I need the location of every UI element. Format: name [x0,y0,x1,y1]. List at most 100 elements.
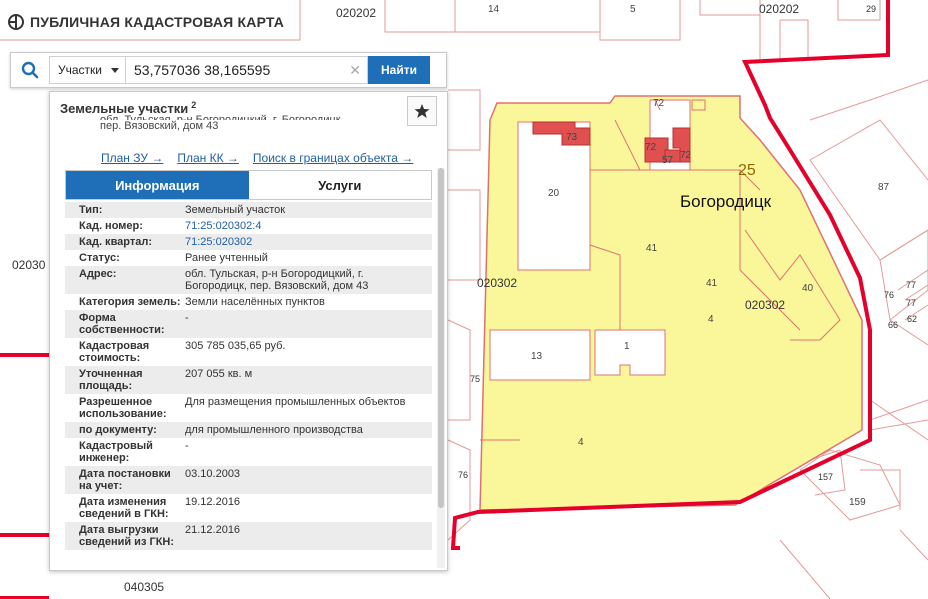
field-value: 21.12.2016 [185,524,241,536]
table-row: Уточненная площадь: 207 055 кв. м [65,366,432,394]
field-value: 305 785 035,65 руб. [185,340,286,352]
map-label-parcel: 4 [578,437,584,448]
table-row: Адрес: обл. Тульская, р-н Богородицкий, г… [65,266,432,294]
map-label-parcel: 5 [630,4,636,15]
search-bar: Участки 53,757036 38,165595 ✕ Найти [10,52,447,88]
plan-kk-link[interactable]: План КК → [177,151,239,165]
table-row: Статус: Ранее учтенный [65,250,432,266]
field-label: Разрешенное использование: [79,396,167,420]
map-label-parcel: 13 [531,351,543,362]
info-table: Тип: Земельный участок Кад. номер: 71:25:02… [65,202,432,550]
map-label-parcel: 77 [906,298,917,308]
panel-scrollbar[interactable] [437,168,445,568]
search-input[interactable]: 53,757036 38,165595 ✕ [126,56,368,84]
clear-icon[interactable]: ✕ [349,62,361,79]
scrollbar-thumb[interactable] [438,168,444,508]
map-label-quarter: 040305 [124,580,165,594]
field-value: 207 055 кв. м [185,368,253,380]
field-label: Кад. квартал: [79,236,153,248]
field-value: 03.10.2003 [185,468,241,480]
info-panel: Земельные участки 2 обл. Тульская, р-н Бо… [49,91,448,571]
app-header: ПУБЛИЧНАЯ КАДАСТРОВАЯ КАРТА [8,14,284,30]
table-row: Форма собственности: - [65,310,432,338]
field-label: Кадастровая стоимость: [79,340,150,364]
map-label-quarter: 020302 [745,298,786,312]
chevron-down-icon [111,67,119,73]
result-address: обл. Тульская, р-н Богородицкий, г. Бого… [100,114,344,132]
find-button[interactable]: Найти [368,56,430,84]
map-label-parcel: 20 [548,188,560,199]
field-label: Статус: [79,252,120,264]
map-label-parcel: 72 [653,98,665,109]
map-label-parcel: 157 [818,472,834,482]
map-label-parcel: 73 [566,132,578,143]
logo-icon [8,14,24,30]
map-label-parcel: 62 [907,314,918,324]
map-label-parcel: 57 [662,155,674,166]
tab-info[interactable]: Информация [66,171,249,199]
result-count: 2 [191,100,197,110]
map-label-parcel: 14 [488,4,500,15]
field-value: обл. Тульская, р-н Богородицкий, г. Бого… [185,268,369,292]
map-label-parcel: 77 [906,280,917,290]
panel-tabs: Информация Услуги [65,170,432,200]
star-icon [414,104,430,118]
result-links: План ЗУ → План КК → Поиск в границах объ… [101,151,413,165]
table-row: Кадастровая стоимость: 305 785 035,65 руб… [65,338,432,366]
map-label-parcel: 66 [888,320,899,330]
field-value: Земельный участок [185,204,286,216]
app-title: ПУБЛИЧНАЯ КАДАСТРОВАЯ КАРТА [30,14,285,30]
map-label-parcel: 25 [738,162,756,179]
field-label: Дата изменения сведений в ГКН: [79,496,169,520]
table-row: Категория земель: Земли населённых пункто… [65,294,432,310]
field-label: Дата постановки на учет: [79,468,171,492]
map-label-parcel: 4 [708,314,714,325]
map-label-city: Богородицк [680,192,772,211]
field-value: - [185,440,189,452]
map-label-parcel: 76 [884,290,895,300]
table-row: Кад. номер: 71:25:020302:4 [65,218,432,234]
table-row: по документу: для промышленного производс… [65,422,432,438]
field-label: Кад. номер: [79,220,143,232]
field-label: Категория земель: [79,296,181,308]
search-type-select[interactable]: Участки [49,56,126,84]
search-bounds-link[interactable]: Поиск в границах объекта → [253,151,413,165]
search-icon[interactable] [11,53,49,87]
field-label: Кадастровый инженер: [79,440,153,464]
map-label-parcel: 76 [458,470,469,480]
map-label-quarter: 020302 [477,276,518,290]
table-row: Разрешенное использование: Для размещения… [65,394,432,422]
search-query-text: 53,757036 38,165595 [134,62,271,78]
field-label: Уточненная площадь: [79,368,143,392]
field-value: для промышленного производства [185,424,363,436]
table-row: Дата выгрузки сведений из ГКН: 21.12.2016 [65,522,432,550]
field-value: Для размещения промышленных объектов [185,396,406,408]
search-type-label: Участки [58,63,102,77]
field-label: по документу: [79,424,157,436]
map-label-parcel: 1 [624,341,630,352]
field-label: Форма собственности: [79,312,165,336]
field-value: 19.12.2016 [185,496,241,508]
map-label-parcel: 159 [849,497,866,508]
map-label-parcel: 87 [878,182,890,193]
field-value[interactable]: 71:25:020302 [185,234,432,250]
table-row: Тип: Земельный участок [65,202,432,218]
field-value: Земли населённых пунктов [185,296,325,308]
table-row: Кад. квартал: 71:25:020302 [65,234,432,250]
table-row: Дата постановки на учет: 03.10.2003 [65,466,432,494]
favorite-button[interactable] [407,96,437,126]
map-label-parcel: 40 [802,283,814,294]
table-row: Дата изменения сведений в ГКН: 19.12.2016 [65,494,432,522]
plan-zu-link[interactable]: План ЗУ → [101,151,163,165]
map-label-quarter: 020202 [336,6,377,20]
tab-services[interactable]: Услуги [248,171,431,199]
field-value[interactable]: 71:25:020302:4 [185,218,432,234]
map-label-parcel: 75 [470,374,481,384]
map-label-parcel: 72 [680,150,692,161]
field-label: Тип: [79,204,103,216]
table-row: Кадастровый инженер: - [65,438,432,466]
field-label: Адрес: [79,268,117,280]
field-value: - [185,312,189,324]
map-label-quarter: 02030 [12,258,46,272]
field-value: Ранее учтенный [185,252,268,264]
